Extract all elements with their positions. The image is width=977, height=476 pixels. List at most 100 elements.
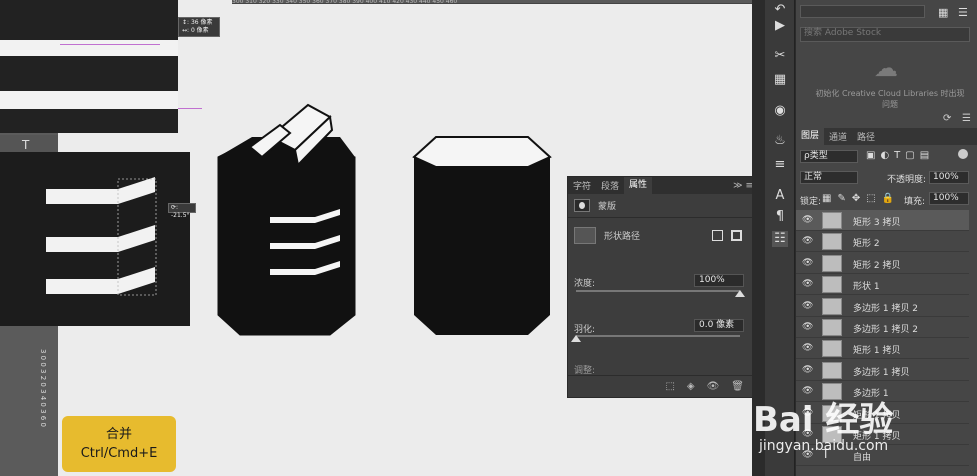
tab-paths[interactable]: 路径 (852, 130, 880, 143)
brush-icon[interactable]: ♨ (772, 133, 788, 149)
mask-icon[interactable] (574, 199, 590, 212)
canvas-zoom-middle (0, 152, 190, 326)
layer-row[interactable]: 👁 多边形 1 拷贝 2 (796, 317, 969, 338)
apply-icon[interactable]: ◈ (687, 381, 695, 397)
watermark-url: jingyan.baidu.com (759, 438, 889, 454)
feather-input[interactable]: 0.0 像素 (694, 319, 744, 332)
layer-name: 形状 1 (853, 282, 880, 293)
merge-shortcut-badge: 合并 Ctrl/Cmd+E (62, 416, 176, 472)
history-icon[interactable]: ↶ (772, 2, 788, 18)
tab-channels[interactable]: 通道 (824, 130, 852, 143)
layer-visibility-eye-icon[interactable]: 👁 (802, 279, 813, 289)
layer-name: 矩形 3 拷贝 (853, 218, 901, 228)
feather-slider[interactable] (576, 335, 740, 337)
library-menu-icon[interactable]: ☰ (962, 113, 971, 124)
swatches-icon[interactable]: ▦ (772, 72, 788, 88)
feather-label: 羽化: (574, 325, 596, 335)
cc-sync-icon[interactable]: ⟳ (943, 113, 951, 124)
properties-tabs: 字符 段落 属性 ≫ ≡ (568, 177, 758, 194)
layer-name: 矩形 1 拷贝 (853, 346, 901, 357)
baidu-jingyan-watermark: Bai 经验 jingyan.baidu.com (745, 388, 977, 476)
layer-visibility-eye-icon[interactable]: 👁 (802, 215, 813, 225)
density-input[interactable]: 100% (694, 274, 744, 287)
opacity-label: 不透明度: (887, 175, 927, 185)
layer-name: 多边形 1 拷贝 2 (853, 325, 919, 335)
visibility-icon[interactable]: 👁 (707, 381, 720, 397)
fill-input[interactable]: 100% (929, 192, 969, 205)
adjustments-icon[interactable]: ≡ (772, 157, 788, 173)
tab-layers[interactable]: 图层 (796, 128, 825, 145)
layer-row[interactable]: 👁 矩形 3 拷贝 (796, 210, 969, 231)
library-dropdown[interactable] (800, 5, 925, 18)
stock-search-input[interactable]: 搜索 Adobe Stock (800, 27, 970, 42)
feather-slider-knob[interactable] (571, 335, 581, 342)
libraries-message: 初始化 Creative Cloud Libraries 时出现 问题 (806, 88, 974, 110)
density-slider[interactable] (576, 290, 740, 292)
merge-label: 合并 (105, 427, 132, 442)
layer-thumbnail (822, 340, 842, 358)
layer-row[interactable]: 👁 矩形 1 拷贝 (796, 338, 969, 360)
libraries-message-line2: 问题 (882, 100, 898, 109)
watermark-brand: Bai 经验 (753, 400, 894, 440)
tooltip-dy: ↕: 36 像素 (182, 19, 213, 26)
layer-thumbnail (822, 254, 842, 272)
layer-row[interactable]: 👁 多边形 1 拷贝 2 (796, 296, 969, 317)
density-slider-knob[interactable] (735, 290, 745, 297)
layer-row[interactable]: 👁 矩形 2 (796, 231, 969, 253)
grid-view-icon[interactable]: ▦ (938, 6, 948, 19)
merge-shortcut: Ctrl/Cmd+E (80, 446, 158, 461)
layer-visibility-eye-icon[interactable]: 👁 (802, 236, 813, 246)
layer-thumbnail (822, 319, 842, 336)
lock-icons[interactable]: ▦✎✥⬚🔒 (822, 193, 900, 204)
select-mask-icon[interactable] (712, 230, 723, 241)
top-ruler: 300 310 320 330 340 350 360 370 380 390 … (232, 0, 752, 4)
layer-row[interactable]: 👁 矩形 2 拷贝 (796, 253, 969, 274)
opacity-input[interactable]: 100% (929, 171, 969, 184)
canvas-zoom-top (0, 0, 202, 133)
type-tool-icon[interactable]: T (22, 138, 29, 152)
mask-label: 蒙版 (598, 202, 617, 212)
apply-mask-icon[interactable] (731, 230, 742, 241)
layer-thumbnail (822, 361, 842, 379)
layer-visibility-eye-icon[interactable]: 👁 (802, 343, 813, 353)
load-selection-icon[interactable]: ⬚ (665, 381, 674, 397)
brush-settings-icon[interactable]: ✂ (772, 48, 788, 64)
layer-filter-dropdown[interactable]: ρ类型 (800, 150, 858, 163)
layer-visibility-eye-icon[interactable]: 👁 (802, 365, 813, 375)
layer-name: 矩形 2 (853, 239, 880, 250)
list-view-icon[interactable]: ☰ (958, 6, 968, 19)
properties-panel: 字符 段落 属性 ≫ ≡ 蒙版 形状路径 浓度: 100% 羽化: 0.0 像素… (567, 176, 759, 398)
paragraph-icon[interactable]: ¶ (772, 209, 788, 225)
layer-thumbnail (822, 212, 842, 229)
move-tooltip: ↕: 36 像素 ↔: 0 像素 (178, 17, 220, 37)
properties-icon[interactable]: ☷ (772, 231, 788, 247)
blend-mode-dropdown[interactable]: 正常 (800, 171, 858, 184)
density-label: 浓度: (574, 279, 596, 289)
layer-row[interactable]: 👁 形状 1 (796, 274, 969, 296)
layer-visibility-eye-icon[interactable]: 👁 (802, 258, 813, 268)
styles-icon[interactable]: ◉ (772, 103, 788, 119)
stock-search-placeholder: 搜索 Adobe Stock (804, 28, 882, 38)
tab-paragraph[interactable]: 段落 (596, 179, 624, 192)
tab-character[interactable]: 字符 (568, 179, 596, 192)
layer-row[interactable]: 👁 多边形 1 拷贝 (796, 360, 969, 381)
layer-thumbnail (822, 276, 842, 294)
layer-name: 多边形 1 拷贝 (853, 367, 910, 378)
layer-thumbnail (822, 233, 842, 251)
layer-filter-icons[interactable]: ▣◐T▢▤ (866, 150, 934, 161)
character-icon[interactable]: A (772, 188, 788, 204)
libraries-message-line1: 初始化 Creative Cloud Libraries 时出现 (815, 89, 965, 98)
layer-visibility-eye-icon[interactable]: 👁 (802, 301, 813, 311)
filter-toggle-icon[interactable] (958, 149, 968, 159)
play-icon[interactable]: ▶ (772, 18, 788, 34)
tab-properties[interactable]: 属性 (624, 177, 653, 194)
left-ruler-marks: 3 0 0 3 2 0 3 4 0 3 6 0 (39, 349, 47, 427)
lock-label: 锁定: (800, 197, 822, 207)
rotate-tooltip: ⟳: -21.5° (168, 203, 196, 219)
layer-thumbnail (822, 297, 842, 315)
layer-visibility-eye-icon[interactable]: 👁 (802, 322, 813, 332)
layer-name: 多边形 1 拷贝 2 (853, 303, 919, 314)
vector-mask-icon[interactable] (574, 227, 596, 244)
delete-icon[interactable]: 🗑 (731, 381, 744, 397)
canvas-artwork (217, 103, 552, 336)
